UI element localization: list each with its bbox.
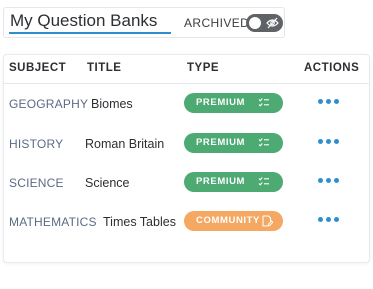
type-badge-premium: PREMIUM [184,172,283,192]
page-title: My Question Banks [10,11,158,30]
more-dots-icon[interactable] [318,177,342,185]
badge-label: PREMIUM [196,137,246,148]
column-header-type: TYPE [187,62,220,74]
archived-label: ARCHIVED [184,16,250,30]
checklist-icon [258,177,269,186]
title-underline [9,32,171,34]
more-dots-icon[interactable] [318,216,342,224]
checklist-icon [258,98,269,107]
row-subject: MATHEMATICS [9,215,97,229]
column-header-actions: ACTIONS [304,62,360,74]
more-dots-icon[interactable] [318,138,342,146]
more-dots-icon[interactable] [318,98,342,106]
question-banks-table: SUBJECT TITLE TYPE ACTIONS GEOGRAPHY Bio… [3,54,370,263]
eye-off-icon [266,17,279,29]
row-subject: GEOGRAPHY [9,97,89,111]
badge-label: PREMIUM [196,97,246,108]
row-title: Science [85,176,130,190]
column-header-subject: SUBJECT [9,62,67,74]
badge-label: PREMIUM [196,176,246,187]
table-row[interactable]: HISTORY Roman Britain PREMIUM [4,126,369,166]
type-badge-premium: PREMIUM [184,133,283,153]
type-badge-community: COMMUNITY [184,211,283,231]
badge-label: COMMUNITY [196,215,260,226]
toggle-knob [249,17,261,29]
row-subject: SCIENCE [9,176,64,190]
row-subject: HISTORY [9,137,64,151]
type-badge-premium: PREMIUM [184,93,283,113]
row-title: Roman Britain [85,137,165,151]
table-header: SUBJECT TITLE TYPE ACTIONS [4,55,369,84]
row-title: Biomes [91,97,133,111]
edit-document-icon [262,215,273,227]
table-row[interactable]: GEOGRAPHY Biomes PREMIUM [4,86,369,126]
question-banks-header: My Question Banks ARCHIVED [3,7,285,38]
table-row[interactable]: SCIENCE Science PREMIUM [4,165,369,205]
column-header-title: TITLE [87,62,122,74]
table-row[interactable]: MATHEMATICS Times Tables COMMUNITY [4,204,369,244]
row-title: Times Tables [103,215,176,229]
archived-toggle[interactable] [246,14,283,32]
checklist-icon [258,138,269,147]
